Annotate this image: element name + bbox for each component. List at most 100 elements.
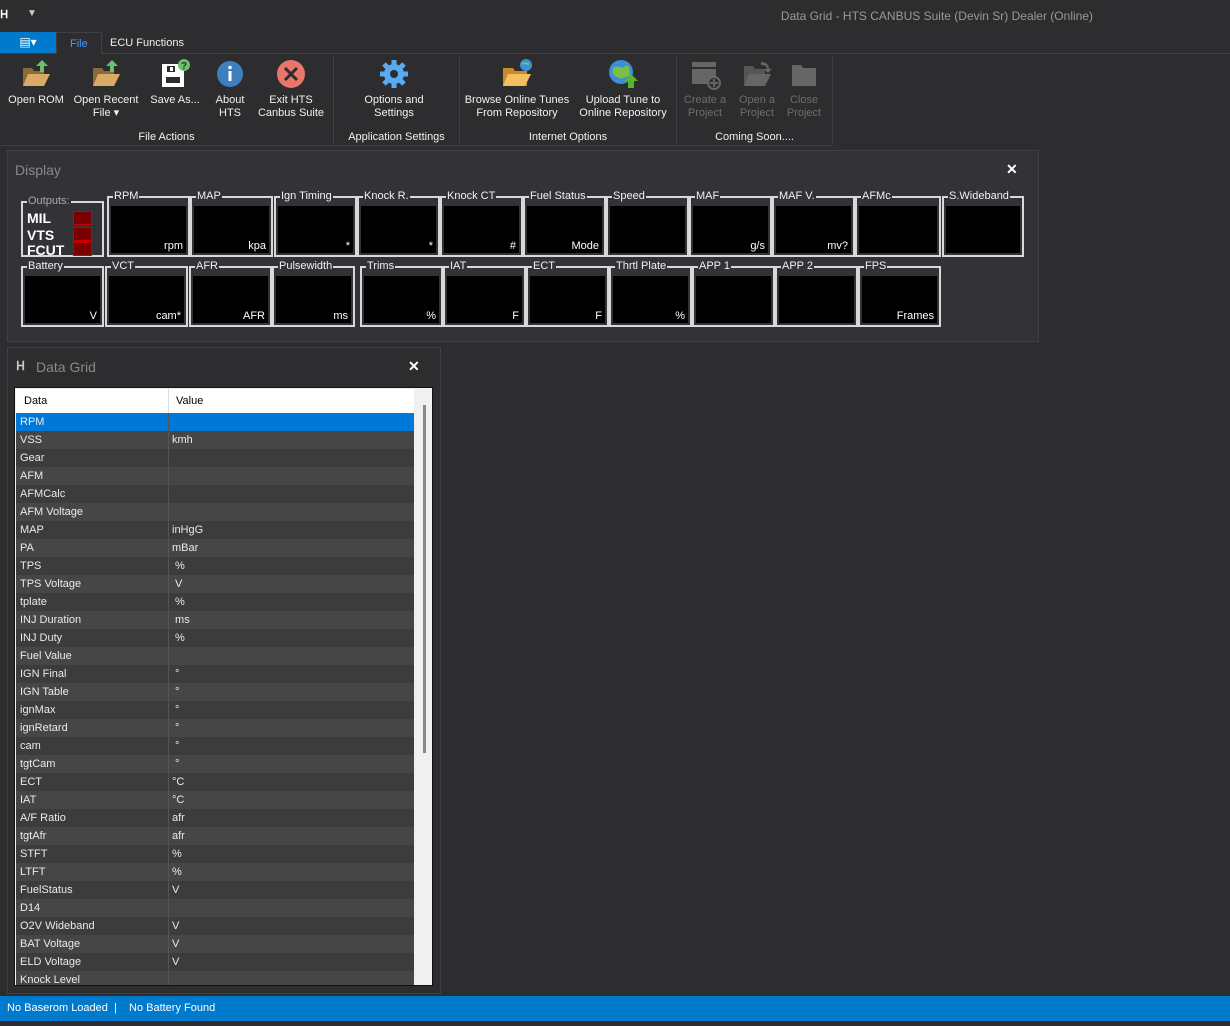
gauge-readout: Mode <box>527 206 602 253</box>
table-row[interactable]: TPS % <box>16 557 414 575</box>
table-row[interactable]: AFMCalc <box>16 485 414 503</box>
table-row[interactable]: ignRetard ° <box>16 719 414 737</box>
tab-file[interactable]: File <box>56 32 102 54</box>
table-row[interactable]: TPS Voltage V <box>16 575 414 593</box>
table-row[interactable]: A/F Ratio afr <box>16 809 414 827</box>
table-row[interactable]: Gear <box>16 449 414 467</box>
open-recent-file-button[interactable]: Open Recent File ▾ <box>70 58 142 120</box>
table-row[interactable]: cam ° <box>16 737 414 755</box>
cell-value: ° <box>172 704 180 716</box>
table-row[interactable]: ELD Voltage V <box>16 953 414 971</box>
upload-tune-to-online-repository-button[interactable]: Upload Tune to Online Repository <box>576 58 670 120</box>
gauge-readout <box>696 276 771 323</box>
table-row[interactable]: INJ Duration ms <box>16 611 414 629</box>
tab-ecu-functions[interactable]: ECU Functions <box>97 32 197 54</box>
table-row[interactable]: RPM <box>16 413 414 431</box>
gauge-unit: kpa <box>248 240 266 252</box>
gauge-rpm: RPM rpm <box>107 189 190 257</box>
gauge-label: Knock R. <box>363 189 410 203</box>
cell-data: tgtCam <box>20 758 56 770</box>
column-divider <box>168 449 169 467</box>
gauge-label: MAP <box>196 189 222 203</box>
button-label: Options and Settings <box>364 94 424 119</box>
close-project-button[interactable]: Close Project <box>782 58 826 120</box>
column-divider <box>168 647 169 665</box>
table-row[interactable]: STFT% <box>16 845 414 863</box>
create-a-project-button[interactable]: Create a Project <box>679 58 731 120</box>
column-divider <box>168 719 169 737</box>
gauge-iat: IAT F <box>443 259 526 327</box>
open-a-project-button[interactable]: Open a Project <box>732 58 782 120</box>
cell-data: ECT <box>20 776 42 788</box>
cell-value: kmh <box>172 434 193 446</box>
app-logo-icon[interactable]: ᕼ <box>0 8 18 23</box>
table-row[interactable]: IGN Final ° <box>16 665 414 683</box>
table-row[interactable]: AFM <box>16 467 414 485</box>
column-header-value[interactable]: Value <box>176 395 203 407</box>
cell-data: STFT <box>20 848 48 860</box>
gauge-label: Speed <box>612 189 646 203</box>
table-row[interactable]: ECT °C <box>16 773 414 791</box>
column-header-data[interactable]: Data <box>24 395 47 407</box>
data-grid-close-button[interactable]: ✕ <box>408 358 420 375</box>
gauge-trims: Trims% <box>360 259 443 327</box>
open-rom-button[interactable]: Open ROM <box>3 58 69 107</box>
column-divider <box>168 827 169 845</box>
gauge-knock-ct: Knock CT # <box>440 189 523 257</box>
column-divider <box>168 845 169 863</box>
table-row[interactable]: tplate % <box>16 593 414 611</box>
table-row[interactable]: AFM Voltage <box>16 503 414 521</box>
table-row[interactable]: IAT °C <box>16 791 414 809</box>
button-label: Open ROM <box>8 94 64 106</box>
gauge-unit: % <box>426 310 436 322</box>
exit-hts-canbus-suite-button[interactable]: Exit HTS Canbus Suite <box>255 58 327 120</box>
cell-value: % <box>172 632 185 644</box>
table-row[interactable]: ignMax ° <box>16 701 414 719</box>
table-row[interactable]: FuelStatus V <box>16 881 414 899</box>
gauge-readout: ms <box>276 276 351 323</box>
button-label: Browse Online Tunes From Repository <box>464 94 570 119</box>
quick-access-dropdown-icon[interactable]: ▼ <box>27 8 37 19</box>
gauge-afmc: AFMc <box>855 189 941 257</box>
window-title: Data Grid - HTS CANBUS Suite (Devin Sr) … <box>780 9 1093 23</box>
data-grid-table[interactable]: Data Value RPM VSS kmh Gear AFM AFMCalc AFM Vo… <box>14 387 433 986</box>
table-row[interactable]: LTFT% <box>16 863 414 881</box>
gauge-unit: * <box>428 240 433 252</box>
cell-data: ELD Voltage <box>20 956 82 968</box>
cell-value: % <box>172 560 185 572</box>
table-row[interactable]: tgtAfr afr <box>16 827 414 845</box>
table-row[interactable]: IGN Table ° <box>16 683 414 701</box>
browse-online-tunes-from-repository-button[interactable]: Browse Online Tunes From Repository <box>463 58 571 120</box>
gauge-readout <box>610 206 685 253</box>
gauge-fuel-status: Fuel Status Mode <box>523 189 606 257</box>
gauge-unit: % <box>675 310 685 322</box>
column-divider <box>168 881 169 899</box>
gauge-maf: MAF g/s <box>689 189 772 257</box>
display-close-button[interactable]: ✕ <box>1006 161 1018 178</box>
table-row[interactable]: tgtCam ° <box>16 755 414 773</box>
table-row[interactable]: Knock Level <box>16 971 414 985</box>
cell-value: ° <box>172 740 180 752</box>
gauge-label: Fuel Status <box>529 189 587 203</box>
gauge-readout: kpa <box>194 206 269 253</box>
gauge-readout: mv? <box>776 206 851 253</box>
gauge-readout: * <box>278 206 353 253</box>
save-as-button[interactable]: ? Save As... <box>144 58 206 107</box>
table-row[interactable]: MAP inHgG <box>16 521 414 539</box>
cell-data: tplate <box>20 596 47 608</box>
gauge-label: Pulsewidth <box>278 259 334 273</box>
table-row[interactable]: PA mBar <box>16 539 414 557</box>
cell-data: TPS Voltage <box>20 578 82 590</box>
table-row[interactable]: O2V Wideband V <box>16 917 414 935</box>
table-row[interactable]: VSS kmh <box>16 431 414 449</box>
table-row[interactable]: D14 <box>16 899 414 917</box>
app-menu-button[interactable]: ▤▾ <box>0 32 56 53</box>
table-row[interactable]: INJ Duty % <box>16 629 414 647</box>
table-row[interactable]: BAT Voltage V <box>16 935 414 953</box>
options-and-settings-button[interactable]: Options and Settings <box>356 58 432 120</box>
about-hts-button[interactable]: About HTS <box>205 58 255 120</box>
grid-scrollbar[interactable] <box>423 405 426 753</box>
gear-icon <box>378 58 410 90</box>
table-row[interactable]: Fuel Value <box>16 647 414 665</box>
cell-value: V <box>172 938 180 950</box>
